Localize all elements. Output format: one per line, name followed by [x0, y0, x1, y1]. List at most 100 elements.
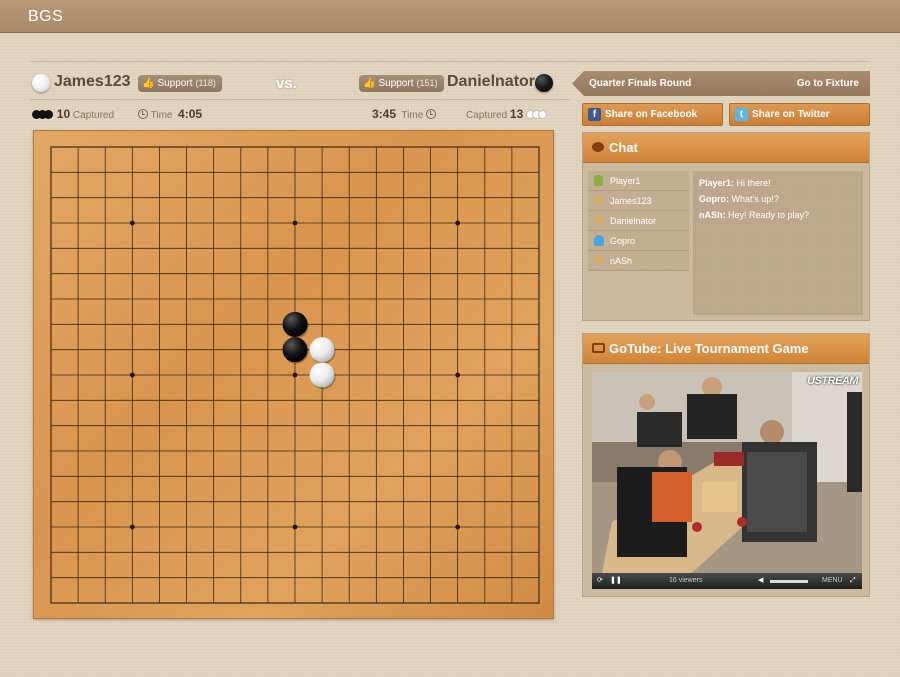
go-board[interactable]: [33, 130, 554, 619]
star-point: [292, 220, 298, 226]
message-text: Hi there!: [736, 178, 771, 188]
chat-user-name: James123: [610, 196, 652, 206]
time-right-value: 3:45: [372, 107, 397, 121]
clock-icon: [426, 109, 437, 119]
chat-bubble-icon: [592, 142, 604, 152]
star-icon: ★: [594, 254, 604, 266]
support-button-left[interactable]: 👍 Support (118): [138, 75, 222, 92]
video-title: GoTube: Live Tournament Game: [609, 341, 809, 356]
captured-right-count: 13: [509, 107, 524, 121]
round-banner: Quarter Finals Round Go to Fixture: [572, 71, 870, 96]
chat-user-name: Player1: [610, 176, 641, 186]
star-point: [455, 220, 461, 226]
star-icon: ★: [594, 194, 604, 206]
star-point: [292, 372, 298, 378]
video-panel: GoTube: Live Tournament Game USTREAM ⟳ ❚…: [582, 333, 870, 597]
star-icon: ★: [594, 214, 604, 226]
message-author: nASh:: [699, 210, 726, 220]
support-label: Support: [157, 78, 193, 89]
viewer-count: 16 viewers: [669, 577, 703, 584]
chat-user[interactable]: ★ nASh: [588, 251, 689, 271]
versus-label: vs.: [276, 75, 297, 92]
chat-user[interactable]: ★ James123: [588, 191, 689, 211]
chat-user-name: nASh: [610, 256, 633, 266]
chat-user-name: Gopro: [610, 236, 636, 246]
black-stone[interactable]: [282, 311, 308, 337]
time-left-label: Time: [150, 110, 173, 121]
chat-user-name: Danielnator: [610, 216, 657, 226]
share-twitter-button[interactable]: t Share on Twitter: [729, 103, 870, 126]
support-button-right[interactable]: 👍 Support (151): [359, 75, 444, 92]
star-point: [455, 372, 461, 378]
support-count-left: (118): [195, 78, 216, 88]
chat-panel: Chat Player1 ★ James123 ★ Danielnator Gopr…: [582, 132, 870, 321]
time-left-value: 4:05: [178, 107, 203, 121]
share-facebook-label: Share on Facebook: [605, 109, 698, 120]
blue-person-icon: [594, 235, 604, 246]
black-stone-icon: [535, 74, 553, 92]
thumbs-up-icon: 👍: [363, 78, 376, 89]
captured-left: 10 Captured: [32, 107, 114, 121]
time-right: 3:45 Time: [372, 107, 437, 121]
chat-messages[interactable]: Player1: Hi there! Gopro: What's up!? nA…: [693, 171, 863, 315]
top-bar: BGS: [0, 0, 900, 33]
video-header: GoTube: Live Tournament Game: [583, 334, 869, 364]
video-controls: ⟳ ❚❚ 16 viewers ◀ MENU ⤢: [592, 573, 862, 589]
round-title: Quarter Finals Round: [589, 78, 692, 89]
video-frame: [592, 372, 862, 573]
captured-right-label: Captured: [466, 110, 508, 121]
white-stone-icon: [32, 74, 50, 92]
star-point: [129, 372, 135, 378]
support-label: Support: [378, 78, 414, 89]
time-left: Time 4:05: [138, 107, 202, 121]
black-stone[interactable]: [282, 337, 308, 363]
facebook-icon: f: [588, 108, 601, 121]
divider: [30, 61, 870, 62]
green-person-icon: [594, 175, 603, 186]
video-player[interactable]: USTREAM ⟳ ❚❚ 16 viewers ◀ MENU ⤢: [592, 372, 862, 589]
refresh-icon[interactable]: ⟳: [597, 573, 603, 589]
volume-icon[interactable]: ◀: [758, 573, 763, 589]
captured-left-count: 10: [56, 107, 71, 121]
chat-user[interactable]: Gopro: [588, 231, 689, 251]
time-right-label: Time: [401, 110, 424, 121]
white-stone[interactable]: [309, 337, 335, 363]
fullscreen-icon[interactable]: ⤢: [850, 573, 856, 589]
ustream-logo: USTREAM: [807, 375, 858, 387]
message-text: What's up!?: [731, 194, 779, 204]
captured-left-label: Captured: [72, 110, 115, 121]
chat-user[interactable]: ★ Danielnator: [588, 211, 689, 231]
clock-icon: [138, 109, 148, 119]
star-point: [129, 220, 135, 226]
captured-right: Captured 13: [466, 107, 548, 121]
player-left-name: James123: [54, 73, 131, 90]
menu-button[interactable]: MENU: [822, 573, 843, 589]
message-text: Hey! Ready to play?: [728, 210, 810, 220]
volume-slider[interactable]: [770, 580, 808, 583]
chat-message: Player1: Hi there!: [699, 175, 857, 191]
share-facebook-button[interactable]: f Share on Facebook: [582, 103, 723, 126]
chat-header: Chat: [583, 133, 869, 163]
captured-white-stones-icon: [526, 110, 548, 119]
thumbs-up-icon: 👍: [142, 78, 155, 89]
message-author: Gopro:: [699, 194, 729, 204]
share-twitter-label: Share on Twitter: [752, 109, 830, 120]
captured-black-stones-icon: [32, 110, 54, 119]
chat-message: nASh: Hey! Ready to play?: [699, 207, 857, 223]
app-logo[interactable]: BGS: [28, 8, 63, 26]
player-right-name: Danielnator: [447, 73, 536, 90]
go-to-fixture-link[interactable]: Go to Fixture: [797, 78, 859, 89]
tv-icon: [592, 343, 605, 353]
chat-user[interactable]: Player1: [588, 171, 689, 191]
board-grid[interactable]: [34, 131, 555, 620]
pause-icon[interactable]: ❚❚: [610, 573, 622, 589]
support-count-right: (151): [416, 78, 438, 88]
star-point: [455, 524, 461, 530]
message-author: Player1:: [699, 178, 735, 188]
divider: [30, 99, 570, 100]
chat-message: Gopro: What's up!?: [699, 191, 857, 207]
chat-user-list: Player1 ★ James123 ★ Danielnator Gopro ★ nA…: [588, 171, 689, 271]
star-point: [129, 524, 135, 530]
white-stone[interactable]: [309, 362, 335, 388]
chat-title: Chat: [609, 140, 638, 155]
